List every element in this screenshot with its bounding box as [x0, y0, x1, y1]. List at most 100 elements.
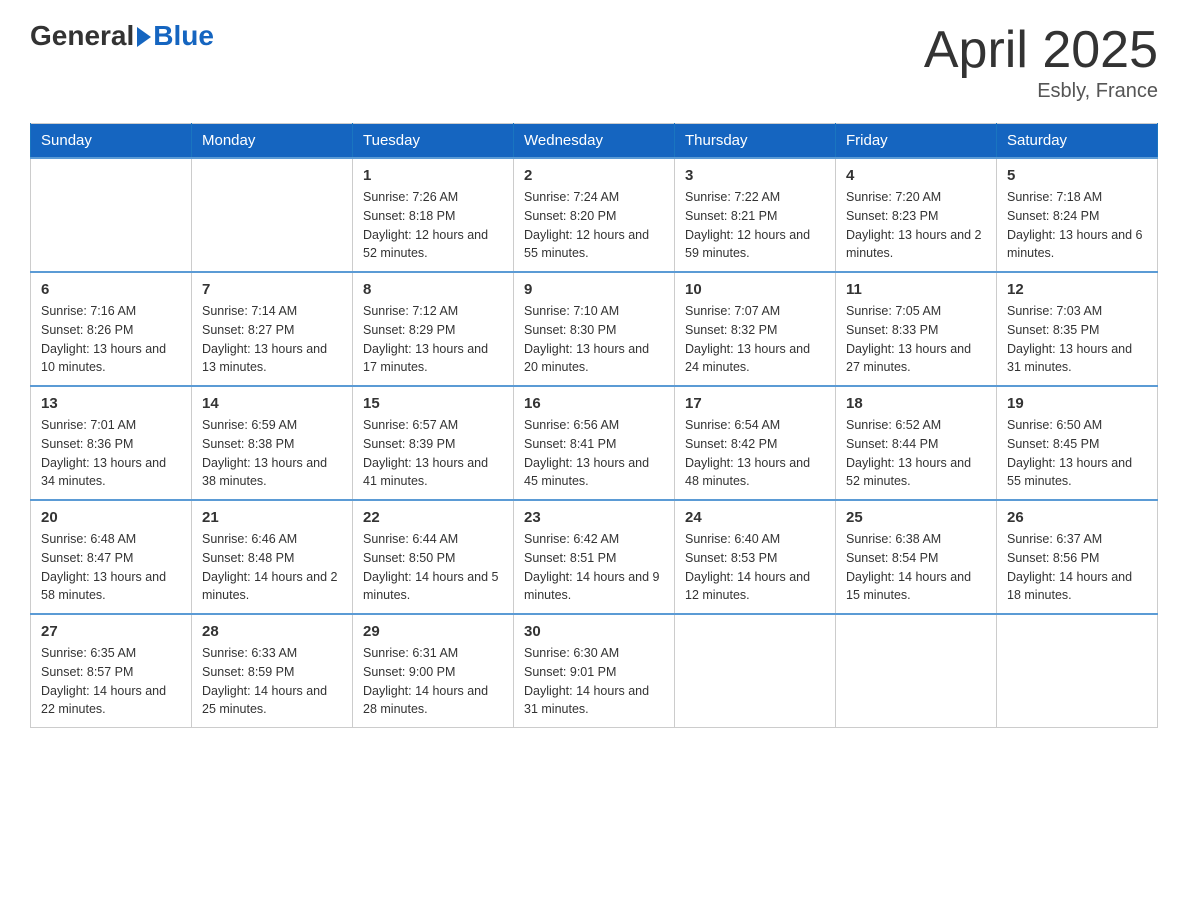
weekday-header-wednesday: Wednesday [514, 124, 675, 159]
calendar-cell: 3Sunrise: 7:22 AM Sunset: 8:21 PM Daylig… [675, 158, 836, 272]
day-info: Sunrise: 6:37 AM Sunset: 8:56 PM Dayligh… [1007, 530, 1147, 605]
day-info: Sunrise: 6:57 AM Sunset: 8:39 PM Dayligh… [363, 416, 503, 491]
day-info: Sunrise: 7:12 AM Sunset: 8:29 PM Dayligh… [363, 302, 503, 377]
day-info: Sunrise: 6:33 AM Sunset: 8:59 PM Dayligh… [202, 644, 342, 719]
calendar-week-3: 13Sunrise: 7:01 AM Sunset: 8:36 PM Dayli… [31, 386, 1158, 500]
calendar-cell: 10 Sunrise: 7:07 AM Sunset: 8:32 PM Dayli… [675, 272, 836, 386]
logo-blue-text: Blue [153, 20, 214, 52]
calendar-cell: 28 Sunrise: 6:33 AM Sunset: 8:59 PM Dayli… [192, 614, 353, 728]
day-info: Sunrise: 7:07 AM Sunset: 8:32 PM Dayligh… [685, 302, 825, 377]
calendar-cell: 22Sunrise: 6:44 AM Sunset: 8:50 PM Dayli… [353, 500, 514, 614]
calendar-cell: 19 Sunrise: 6:50 AM Sunset: 8:45 PM Dayli… [997, 386, 1158, 500]
calendar-cell: 25 Sunrise: 6:38 AM Sunset: 8:54 PM Dayli… [836, 500, 997, 614]
calendar-cell: 23Sunrise: 6:42 AM Sunset: 8:51 PM Dayli… [514, 500, 675, 614]
calendar-header: SundayMondayTuesdayWednesdayThursdayFrid… [31, 124, 1158, 159]
day-number: 23 [524, 509, 664, 526]
weekday-header-friday: Friday [836, 124, 997, 159]
day-number: 21 [202, 509, 342, 526]
day-number: 27 [41, 623, 181, 640]
day-number: 8 [363, 281, 503, 298]
weekday-header-saturday: Saturday [997, 124, 1158, 159]
calendar-cell: 20 Sunrise: 6:48 AM Sunset: 8:47 PM Dayli… [31, 500, 192, 614]
day-number: 7 [202, 281, 342, 298]
day-number: 12 [1007, 281, 1147, 298]
logo-arrow-icon [137, 27, 151, 47]
calendar-week-4: 20 Sunrise: 6:48 AM Sunset: 8:47 PM Dayli… [31, 500, 1158, 614]
header-right: April 2025 Esbly, France [924, 20, 1158, 103]
day-number: 24 [685, 509, 825, 526]
calendar-week-1: 1 Sunrise: 7:26 AM Sunset: 8:18 PM Daylig… [31, 158, 1158, 272]
calendar-cell: 29Sunrise: 6:31 AM Sunset: 9:00 PM Dayli… [353, 614, 514, 728]
day-number: 19 [1007, 395, 1147, 412]
day-info: Sunrise: 6:38 AM Sunset: 8:54 PM Dayligh… [846, 530, 986, 605]
day-number: 17 [685, 395, 825, 412]
day-info: Sunrise: 7:26 AM Sunset: 8:18 PM Dayligh… [363, 188, 503, 263]
calendar-cell: 17 Sunrise: 6:54 AM Sunset: 8:42 PM Dayli… [675, 386, 836, 500]
calendar-cell: 7Sunrise: 7:14 AM Sunset: 8:27 PM Daylig… [192, 272, 353, 386]
day-number: 6 [41, 281, 181, 298]
weekday-header-monday: Monday [192, 124, 353, 159]
calendar-cell: 9 Sunrise: 7:10 AM Sunset: 8:30 PM Daylig… [514, 272, 675, 386]
day-info: Sunrise: 6:54 AM Sunset: 8:42 PM Dayligh… [685, 416, 825, 491]
day-info: Sunrise: 6:31 AM Sunset: 9:00 PM Dayligh… [363, 644, 503, 719]
day-number: 9 [524, 281, 664, 298]
calendar-week-5: 27Sunrise: 6:35 AM Sunset: 8:57 PM Dayli… [31, 614, 1158, 728]
weekday-header-tuesday: Tuesday [353, 124, 514, 159]
day-number: 28 [202, 623, 342, 640]
month-year-title: April 2025 [924, 20, 1158, 80]
day-number: 14 [202, 395, 342, 412]
weekday-header-sunday: Sunday [31, 124, 192, 159]
calendar-cell: 8 Sunrise: 7:12 AM Sunset: 8:29 PM Daylig… [353, 272, 514, 386]
day-number: 5 [1007, 167, 1147, 184]
calendar-cell: 18Sunrise: 6:52 AM Sunset: 8:44 PM Dayli… [836, 386, 997, 500]
calendar-cell: 6 Sunrise: 7:16 AM Sunset: 8:26 PM Daylig… [31, 272, 192, 386]
day-number: 25 [846, 509, 986, 526]
calendar-cell: 30 Sunrise: 6:30 AM Sunset: 9:01 PM Dayli… [514, 614, 675, 728]
day-number: 10 [685, 281, 825, 298]
day-info: Sunrise: 6:40 AM Sunset: 8:53 PM Dayligh… [685, 530, 825, 605]
location-label: Esbly, France [924, 80, 1158, 103]
weekday-header-thursday: Thursday [675, 124, 836, 159]
calendar-cell: 5 Sunrise: 7:18 AM Sunset: 8:24 PM Daylig… [997, 158, 1158, 272]
calendar-cell [675, 614, 836, 728]
day-number: 15 [363, 395, 503, 412]
day-info: Sunrise: 7:05 AM Sunset: 8:33 PM Dayligh… [846, 302, 986, 377]
day-info: Sunrise: 6:52 AM Sunset: 8:44 PM Dayligh… [846, 416, 986, 491]
calendar-cell: 12Sunrise: 7:03 AM Sunset: 8:35 PM Dayli… [997, 272, 1158, 386]
page-header: General Blue April 2025 Esbly, France [30, 20, 1158, 103]
calendar-cell [836, 614, 997, 728]
weekday-header-row: SundayMondayTuesdayWednesdayThursdayFrid… [31, 124, 1158, 159]
calendar-cell: 24 Sunrise: 6:40 AM Sunset: 8:53 PM Dayli… [675, 500, 836, 614]
calendar-cell: 14 Sunrise: 6:59 AM Sunset: 8:38 PM Dayli… [192, 386, 353, 500]
day-info: Sunrise: 7:16 AM Sunset: 8:26 PM Dayligh… [41, 302, 181, 377]
day-number: 13 [41, 395, 181, 412]
day-info: Sunrise: 6:48 AM Sunset: 8:47 PM Dayligh… [41, 530, 181, 605]
day-number: 2 [524, 167, 664, 184]
calendar-cell: 13Sunrise: 7:01 AM Sunset: 8:36 PM Dayli… [31, 386, 192, 500]
day-info: Sunrise: 7:20 AM Sunset: 8:23 PM Dayligh… [846, 188, 986, 263]
day-info: Sunrise: 7:18 AM Sunset: 8:24 PM Dayligh… [1007, 188, 1147, 263]
day-number: 30 [524, 623, 664, 640]
calendar-cell: 4Sunrise: 7:20 AM Sunset: 8:23 PM Daylig… [836, 158, 997, 272]
calendar-table: SundayMondayTuesdayWednesdayThursdayFrid… [30, 123, 1158, 728]
day-info: Sunrise: 7:24 AM Sunset: 8:20 PM Dayligh… [524, 188, 664, 263]
calendar-cell: 11 Sunrise: 7:05 AM Sunset: 8:33 PM Dayli… [836, 272, 997, 386]
calendar-cell: 15 Sunrise: 6:57 AM Sunset: 8:39 PM Dayli… [353, 386, 514, 500]
calendar-cell [192, 158, 353, 272]
day-number: 1 [363, 167, 503, 184]
day-info: Sunrise: 6:30 AM Sunset: 9:01 PM Dayligh… [524, 644, 664, 719]
day-info: Sunrise: 6:50 AM Sunset: 8:45 PM Dayligh… [1007, 416, 1147, 491]
day-number: 3 [685, 167, 825, 184]
calendar-cell: 27Sunrise: 6:35 AM Sunset: 8:57 PM Dayli… [31, 614, 192, 728]
day-number: 26 [1007, 509, 1147, 526]
day-info: Sunrise: 6:46 AM Sunset: 8:48 PM Dayligh… [202, 530, 342, 605]
calendar-cell: 1 Sunrise: 7:26 AM Sunset: 8:18 PM Daylig… [353, 158, 514, 272]
calendar-cell: 26 Sunrise: 6:37 AM Sunset: 8:56 PM Dayli… [997, 500, 1158, 614]
day-info: Sunrise: 6:59 AM Sunset: 8:38 PM Dayligh… [202, 416, 342, 491]
day-number: 11 [846, 281, 986, 298]
logo: General Blue [30, 20, 214, 52]
day-info: Sunrise: 7:10 AM Sunset: 8:30 PM Dayligh… [524, 302, 664, 377]
day-number: 20 [41, 509, 181, 526]
logo-general-text: General [30, 20, 134, 52]
calendar-cell: 16Sunrise: 6:56 AM Sunset: 8:41 PM Dayli… [514, 386, 675, 500]
